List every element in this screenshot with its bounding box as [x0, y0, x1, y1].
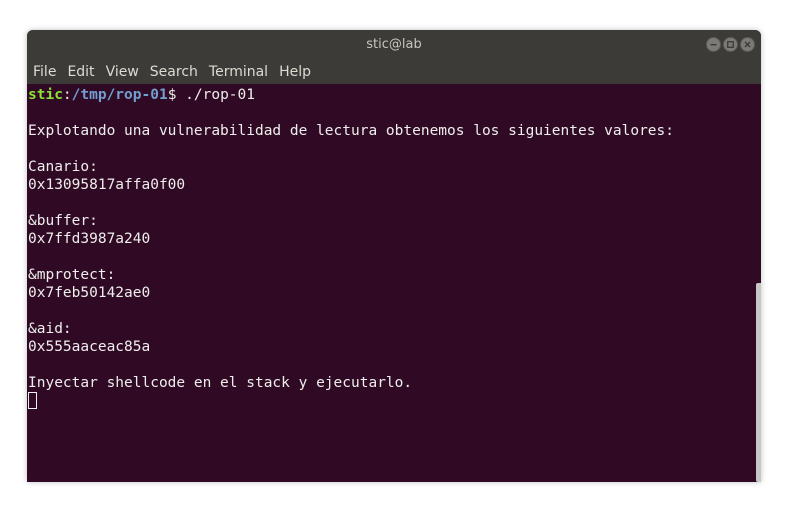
window-title: stic@lab [366, 37, 422, 52]
maximize-icon[interactable] [723, 37, 738, 52]
terminal-output[interactable]: stic:/tmp/rop-01$ ./rop-01 Explotando una… [27, 84, 755, 482]
cursor-line [28, 392, 755, 410]
close-icon[interactable] [740, 37, 755, 52]
output-mprotect-value: 0x7feb50142ae0 [28, 285, 151, 301]
output-buffer-label: &buffer: [28, 213, 98, 229]
menu-bar: File Edit View Search Terminal Help [27, 60, 761, 84]
menu-file[interactable]: File [33, 64, 56, 80]
prompt-user: stic [28, 87, 63, 103]
output-canario-value: 0x13095817affa0f00 [28, 177, 186, 193]
prompt-line: stic:/tmp/rop-01$ ./rop-01 [28, 86, 755, 104]
output-buffer-value: 0x7ffd3987a240 [28, 231, 151, 247]
prompt-command: ./rop-01 [185, 87, 255, 103]
output-mprotect-label: &mprotect: [28, 267, 116, 283]
menu-edit[interactable]: Edit [67, 64, 94, 80]
menu-terminal[interactable]: Terminal [209, 64, 268, 80]
prompt-colon: : [62, 87, 72, 103]
prompt-symbol: $ [167, 87, 186, 103]
menu-search[interactable]: Search [150, 64, 198, 80]
menu-help[interactable]: Help [279, 64, 311, 80]
text-cursor [28, 392, 37, 409]
output-final: Inyectar shellcode en el stack y ejecuta… [28, 375, 413, 391]
window-controls [706, 37, 755, 53]
output-intro: Explotando una vulnerabilidad de lectura… [28, 123, 675, 139]
scrollbar[interactable] [756, 283, 761, 482]
terminal-window: stic@lab File Edit View Search Terminal … [27, 30, 761, 482]
output-canario-label: Canario: [28, 159, 98, 175]
title-bar[interactable]: stic@lab [27, 30, 761, 60]
minimize-icon[interactable] [706, 37, 721, 52]
prompt-path: /tmp/rop-01 [71, 87, 168, 103]
output-aid-label: &aid: [28, 321, 72, 337]
output-aid-value: 0x555aaceac85a [28, 339, 151, 355]
menu-view[interactable]: View [106, 64, 139, 80]
